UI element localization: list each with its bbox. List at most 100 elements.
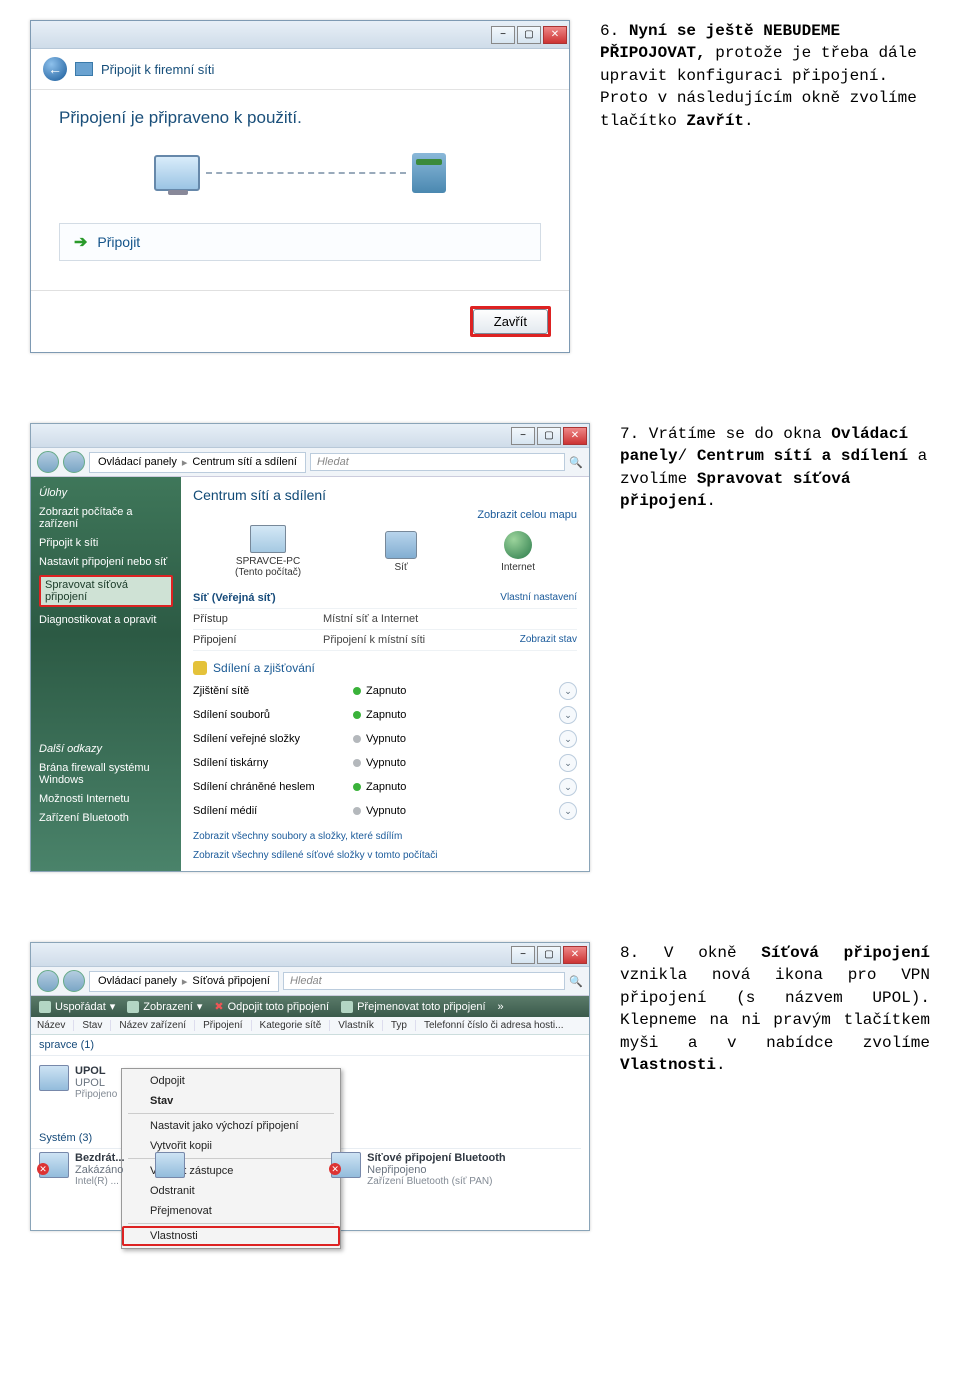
network-connections-window: − ▢ ✕ Ovládací panely ▸ Síťová připojení… (30, 942, 590, 1231)
network-name: Síť (Veřejná síť) (193, 592, 323, 604)
views-menu[interactable]: Zobrazení ▾ (127, 1000, 202, 1013)
view-status-link[interactable]: Zobrazit stav (520, 634, 577, 646)
computer-icon (154, 155, 200, 191)
expand-button[interactable]: ⌄ (559, 730, 577, 748)
breadcrumb[interactable]: Ovládací panely ▸ Síťová připojení (89, 971, 279, 992)
connection-item-bluetooth[interactable]: ✕ Síťové připojení Bluetooth Nepřipojeno… (331, 1152, 506, 1187)
rename-button[interactable]: Přejmenovat toto připojení (341, 1001, 485, 1013)
forward-button[interactable] (63, 970, 85, 992)
column-header[interactable]: Kategorie sítě (260, 1020, 331, 1031)
menu-separator (128, 1223, 334, 1224)
menu-delete[interactable]: Odstranit (122, 1181, 340, 1201)
folder-icon (193, 661, 207, 675)
column-header[interactable]: Stav (82, 1020, 111, 1031)
connection-graphic (59, 153, 541, 193)
share-label: Sdílení médií (193, 805, 353, 817)
maximize-button[interactable]: ▢ (537, 427, 561, 445)
search-input[interactable]: Hledat (283, 972, 565, 990)
back-button[interactable] (37, 451, 59, 473)
expand-button[interactable]: ⌄ (559, 778, 577, 796)
view-full-map-link[interactable]: Zobrazit celou mapu (193, 509, 577, 521)
arrow-icon: ➔ (74, 232, 87, 252)
status-dot-icon (353, 711, 361, 719)
search-icon[interactable]: 🔍 (569, 975, 583, 988)
network-map: SPRAVCE-PC(Tento počítač) Síť Internet (193, 525, 577, 578)
organize-menu[interactable]: Uspořádat ▾ (39, 1000, 115, 1013)
sidebar-item[interactable]: Nastavit připojení nebo síť (39, 556, 173, 568)
column-header[interactable]: Typ (391, 1020, 416, 1031)
column-header[interactable]: Telefonní číslo či adresa hosti... (424, 1020, 572, 1031)
menu-set-default[interactable]: Nastavit jako výchozí připojení (122, 1116, 340, 1136)
maximize-button[interactable]: ▢ (517, 26, 541, 44)
sidebar-item[interactable]: Možnosti Internetu (39, 793, 173, 805)
show-shared-folders-link[interactable]: Zobrazit všechny sdílené síťové složky v… (193, 850, 577, 861)
sidebar-item[interactable]: Diagnostikovat a opravit (39, 614, 173, 626)
disconnect-button[interactable]: ✖ Odpojit toto připojení (214, 1000, 329, 1013)
breadcrumb[interactable]: Ovládací panely ▸ Centrum sítí a sdílení (89, 452, 306, 473)
column-headers[interactable]: Název Stav Název zařízení Připojení Kategori… (31, 1017, 589, 1035)
status-dot-icon (353, 759, 361, 767)
close-button[interactable]: ✕ (563, 946, 587, 964)
menu-properties[interactable]: Vlastnosti (122, 1226, 340, 1246)
server-icon (412, 153, 446, 193)
close-button[interactable]: ✕ (543, 26, 567, 44)
sidebar-item-manage-connections[interactable]: Spravovat síťová připojení (39, 575, 173, 607)
share-label: Zjištění sítě (193, 685, 353, 697)
chevron-icon: ▸ (182, 456, 188, 469)
search-input[interactable]: Hledat (310, 453, 565, 471)
sidebar-item[interactable]: Zobrazit počítače a zařízení (39, 506, 173, 530)
titlebar: − ▢ ✕ (31, 424, 589, 448)
sidebar-heading: Úlohy (39, 487, 173, 499)
minimize-button[interactable]: − (511, 427, 535, 445)
sidebar-item[interactable]: Brána firewall systému Windows (39, 762, 173, 786)
connection-item-wifi[interactable]: ✕ Bezdrát... Zakázáno Intel(R) ... (39, 1152, 125, 1187)
chevron-icon: ▸ (182, 975, 188, 988)
share-state: Vypnuto (366, 733, 406, 745)
customize-link[interactable]: Vlastní nastavení (500, 592, 577, 604)
sidebar-item[interactable]: Připojit k síti (39, 537, 173, 549)
panel-heading: Centrum sítí a sdílení (193, 487, 577, 503)
connection-line (206, 172, 406, 174)
back-button[interactable] (37, 970, 59, 992)
ready-heading: Připojení je připraveno k použití. (59, 108, 541, 128)
menu-status[interactable]: Stav (122, 1091, 340, 1111)
share-label: Sdílení tiskárny (193, 757, 353, 769)
rename-icon (341, 1001, 353, 1013)
toolbar: Uspořádat ▾ Zobrazení ▾ ✖ Odpojit toto p… (31, 996, 589, 1017)
share-state: Zapnuto (366, 685, 406, 697)
column-header[interactable]: Název (37, 1020, 74, 1031)
share-label: Sdílení veřejné složky (193, 733, 353, 745)
globe-icon (504, 531, 532, 559)
disabled-icon: ✕ (37, 1163, 49, 1175)
share-state: Zapnuto (366, 709, 406, 721)
connect-row[interactable]: ➔ Připojit (59, 223, 541, 261)
wizard-title: Připojit k firemní síti (101, 62, 214, 77)
close-dialog-button[interactable]: Zavřít (473, 309, 548, 334)
maximize-button[interactable]: ▢ (537, 946, 561, 964)
sidebar-item[interactable]: Zařízení Bluetooth (39, 812, 173, 824)
column-header[interactable]: Připojení (203, 1020, 251, 1031)
expand-button[interactable]: ⌄ (559, 706, 577, 724)
column-header[interactable]: Název zařízení (119, 1020, 195, 1031)
column-header[interactable]: Vlastník (338, 1020, 383, 1031)
views-icon (127, 1001, 139, 1013)
forward-button[interactable] (63, 451, 85, 473)
search-icon[interactable]: 🔍 (569, 456, 583, 469)
menu-disconnect[interactable]: Odpojit (122, 1071, 340, 1091)
back-arrow-icon[interactable]: ← (43, 57, 67, 81)
minimize-button[interactable]: − (511, 946, 535, 964)
status-dot-icon (353, 735, 361, 743)
network-icon (75, 62, 93, 76)
expand-button[interactable]: ⌄ (559, 682, 577, 700)
overflow-menu[interactable]: » (498, 1001, 504, 1013)
address-bar: Ovládací panely ▸ Centrum sítí a sdílení… (31, 448, 589, 477)
menu-rename[interactable]: Přejmenovat (122, 1201, 340, 1221)
show-shared-files-link[interactable]: Zobrazit všechny soubory a složky, které… (193, 831, 577, 842)
expand-button[interactable]: ⌄ (559, 802, 577, 820)
label: Přístup (193, 613, 323, 625)
expand-button[interactable]: ⌄ (559, 754, 577, 772)
share-row: Sdílení chráněné heslem Zapnuto ⌄ (193, 775, 577, 799)
close-button[interactable]: ✕ (563, 427, 587, 445)
minimize-button[interactable]: − (491, 26, 515, 44)
connect-wizard-window: − ▢ ✕ ← Připojit k firemní síti Připojen… (30, 20, 570, 353)
